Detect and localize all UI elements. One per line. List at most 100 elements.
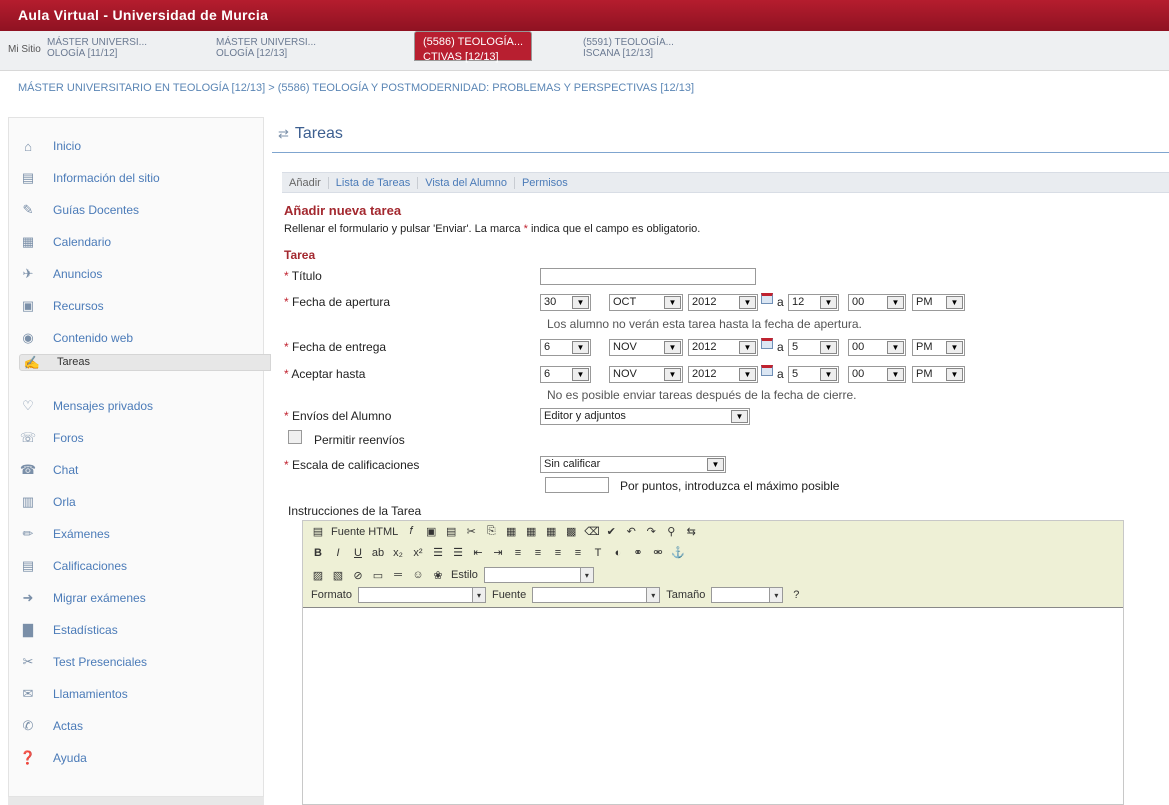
- entrega-year-select[interactable]: 2012 ▼: [688, 339, 758, 356]
- aceptar-ampm-select[interactable]: PM ▼: [912, 366, 965, 383]
- source-html-button[interactable]: Fuente HTML: [331, 526, 398, 538]
- numbered-list-icon[interactable]: ☰: [431, 546, 445, 559]
- sidebar-item-calificaciones[interactable]: ▤ Calificaciones: [19, 552, 255, 580]
- apertura-month-select[interactable]: OCT ▼: [609, 294, 683, 311]
- sidebar-item-info[interactable]: ▤ Información del sitio: [19, 164, 255, 192]
- sidebar-item-foros[interactable]: ☏ Foros: [19, 424, 255, 452]
- sidebar-item-estadisticas[interactable]: ▇ Estadísticas: [19, 616, 255, 644]
- sidebar-item-mensajes[interactable]: ♡ Mensajes privados: [19, 392, 255, 420]
- sidebar-item-llamamientos[interactable]: ✉ Llamamientos: [19, 680, 255, 708]
- help-icon[interactable]: ?: [789, 589, 803, 601]
- apertura-minute-select[interactable]: 00 ▼: [848, 294, 906, 311]
- smiley-icon[interactable]: ☺: [411, 569, 425, 581]
- tab-lista-tareas[interactable]: Lista de Tareas: [329, 176, 419, 189]
- italic-icon[interactable]: I: [331, 547, 345, 559]
- breadcrumb[interactable]: MÁSTER UNIVERSITARIO EN TEOLOGÍA [12/13]…: [18, 82, 694, 94]
- max-points-input[interactable]: [545, 477, 609, 493]
- superscript-icon[interactable]: x²: [411, 547, 425, 559]
- redo-icon[interactable]: ↷: [644, 525, 658, 538]
- apertura-day-select[interactable]: 30 ▼: [540, 294, 591, 311]
- font-select[interactable]: ▾: [532, 587, 661, 603]
- tab-vista-alumno[interactable]: Vista del Alumno: [418, 176, 515, 189]
- justify-icon[interactable]: ≡: [571, 547, 585, 559]
- size-select[interactable]: ▾: [711, 587, 784, 603]
- source-html-icon[interactable]: ▤: [311, 525, 325, 538]
- sidebar-item-orla[interactable]: ▥ Orla: [19, 488, 255, 516]
- calendar-picker-icon[interactable]: [761, 365, 773, 376]
- subscript-icon[interactable]: x₂: [391, 547, 405, 559]
- strikethrough-icon[interactable]: ab: [371, 547, 385, 559]
- replace-icon[interactable]: ⇆: [684, 525, 698, 538]
- eraser-icon[interactable]: ⌫: [584, 525, 600, 538]
- apertura-year-select[interactable]: 2012 ▼: [688, 294, 758, 311]
- site-tab-2[interactable]: MÁSTER UNIVERSI... OLOGÍA [12/13]: [216, 37, 316, 63]
- aceptar-minute-select[interactable]: 00 ▼: [848, 366, 906, 383]
- titulo-input[interactable]: [540, 268, 756, 285]
- sidebar-item-inicio[interactable]: ⌂ Inicio: [19, 132, 255, 160]
- anchor-icon[interactable]: ⚓: [671, 546, 685, 559]
- aceptar-year-select[interactable]: 2012 ▼: [688, 366, 758, 383]
- print-icon[interactable]: ▩: [564, 525, 578, 538]
- aceptar-day-select[interactable]: 6 ▼: [540, 366, 591, 383]
- sidebar-item-calendario[interactable]: ▦ Calendario: [19, 228, 255, 256]
- horizontal-rule-icon[interactable]: ═: [391, 569, 405, 581]
- image-icon[interactable]: ▨: [311, 569, 325, 582]
- tab-anadir[interactable]: Añadir: [282, 176, 329, 189]
- horizontal-scrollbar[interactable]: [8, 797, 264, 805]
- tab-permisos[interactable]: Permisos: [515, 177, 575, 189]
- site-tab-1[interactable]: MÁSTER UNIVERSI... OLOGÍA [11/12]: [47, 37, 147, 63]
- style-select[interactable]: ▾: [483, 567, 594, 583]
- align-left-icon[interactable]: ≡: [511, 547, 525, 559]
- sidebar-item-anuncios[interactable]: ✈ Anuncios: [19, 260, 255, 288]
- editor-content-area[interactable]: [303, 607, 1123, 804]
- format-select[interactable]: ▾: [357, 587, 486, 603]
- align-center-icon[interactable]: ≡: [531, 547, 545, 559]
- unlink-icon[interactable]: ⚮: [651, 546, 665, 559]
- aceptar-hour-select[interactable]: 5 ▼: [788, 366, 839, 383]
- reenvios-checkbox[interactable]: [288, 430, 302, 444]
- cut-icon[interactable]: ✂: [464, 525, 478, 538]
- copy-icon[interactable]: ⎘: [484, 525, 498, 538]
- entrega-day-select[interactable]: 6 ▼: [540, 339, 591, 356]
- paste-word-icon[interactable]: ▤: [444, 525, 458, 538]
- escala-select[interactable]: Sin calificar ▼: [540, 456, 726, 473]
- sidebar-item-test[interactable]: ✂ Test Presenciales: [19, 648, 255, 676]
- sidebar-item-chat[interactable]: ☎ Chat: [19, 456, 255, 484]
- envios-select[interactable]: Editor y adjuntos ▼: [540, 408, 750, 425]
- sidebar-item-examenes[interactable]: ✏ Exámenes: [19, 520, 255, 548]
- entrega-ampm-select[interactable]: PM ▼: [912, 339, 965, 356]
- sidebar-item-ayuda[interactable]: ❓ Ayuda: [19, 744, 255, 772]
- tab-mi-sitio[interactable]: Mi Sitio: [8, 44, 41, 70]
- aceptar-month-select[interactable]: NOV ▼: [609, 366, 683, 383]
- sidebar-item-actas[interactable]: ✆ Actas: [19, 712, 255, 740]
- background-color-icon[interactable]: ◐: [611, 547, 625, 559]
- special-char-icon[interactable]: ❀: [431, 569, 445, 582]
- link-icon[interactable]: ⚭: [631, 546, 645, 559]
- site-tab-3-selected[interactable]: (5586) TEOLOGÍA... CTIVAS [12/13]: [414, 31, 533, 63]
- spellcheck-icon[interactable]: ✔: [604, 525, 618, 538]
- paste-text-icon[interactable]: ▣: [424, 525, 438, 538]
- align-right-icon[interactable]: ≡: [551, 547, 565, 559]
- undo-icon[interactable]: ↶: [624, 525, 638, 538]
- entrega-month-select[interactable]: NOV ▼: [609, 339, 683, 356]
- paste-icon[interactable]: ▦: [504, 525, 518, 538]
- table-icon[interactable]: ▭: [371, 569, 385, 582]
- indent-icon[interactable]: ⇥: [491, 546, 505, 559]
- underline-icon[interactable]: U: [351, 547, 365, 559]
- apertura-ampm-select[interactable]: PM ▼: [912, 294, 965, 311]
- text-color-icon[interactable]: T: [591, 547, 605, 559]
- paste-office-icon[interactable]: ▦: [544, 525, 558, 538]
- calendar-picker-icon[interactable]: [761, 338, 773, 349]
- embed-icon[interactable]: ⊘: [351, 569, 365, 582]
- sidebar-item-contenido[interactable]: ◉ Contenido web: [19, 324, 255, 352]
- entrega-hour-select[interactable]: 5 ▼: [788, 339, 839, 356]
- sidebar-item-recursos[interactable]: ▣ Recursos: [19, 292, 255, 320]
- bullet-list-icon[interactable]: ☰: [451, 546, 465, 559]
- sidebar-item-guias[interactable]: ✎ Guías Docentes: [19, 196, 255, 224]
- bold-icon[interactable]: B: [311, 547, 325, 559]
- formula-icon[interactable]: 𝑓: [404, 525, 418, 538]
- entrega-minute-select[interactable]: 00 ▼: [848, 339, 906, 356]
- find-icon[interactable]: ⚲: [664, 525, 678, 538]
- sidebar-item-migrar[interactable]: ➜ Migrar exámenes: [19, 584, 255, 612]
- apertura-hour-select[interactable]: 12 ▼: [788, 294, 839, 311]
